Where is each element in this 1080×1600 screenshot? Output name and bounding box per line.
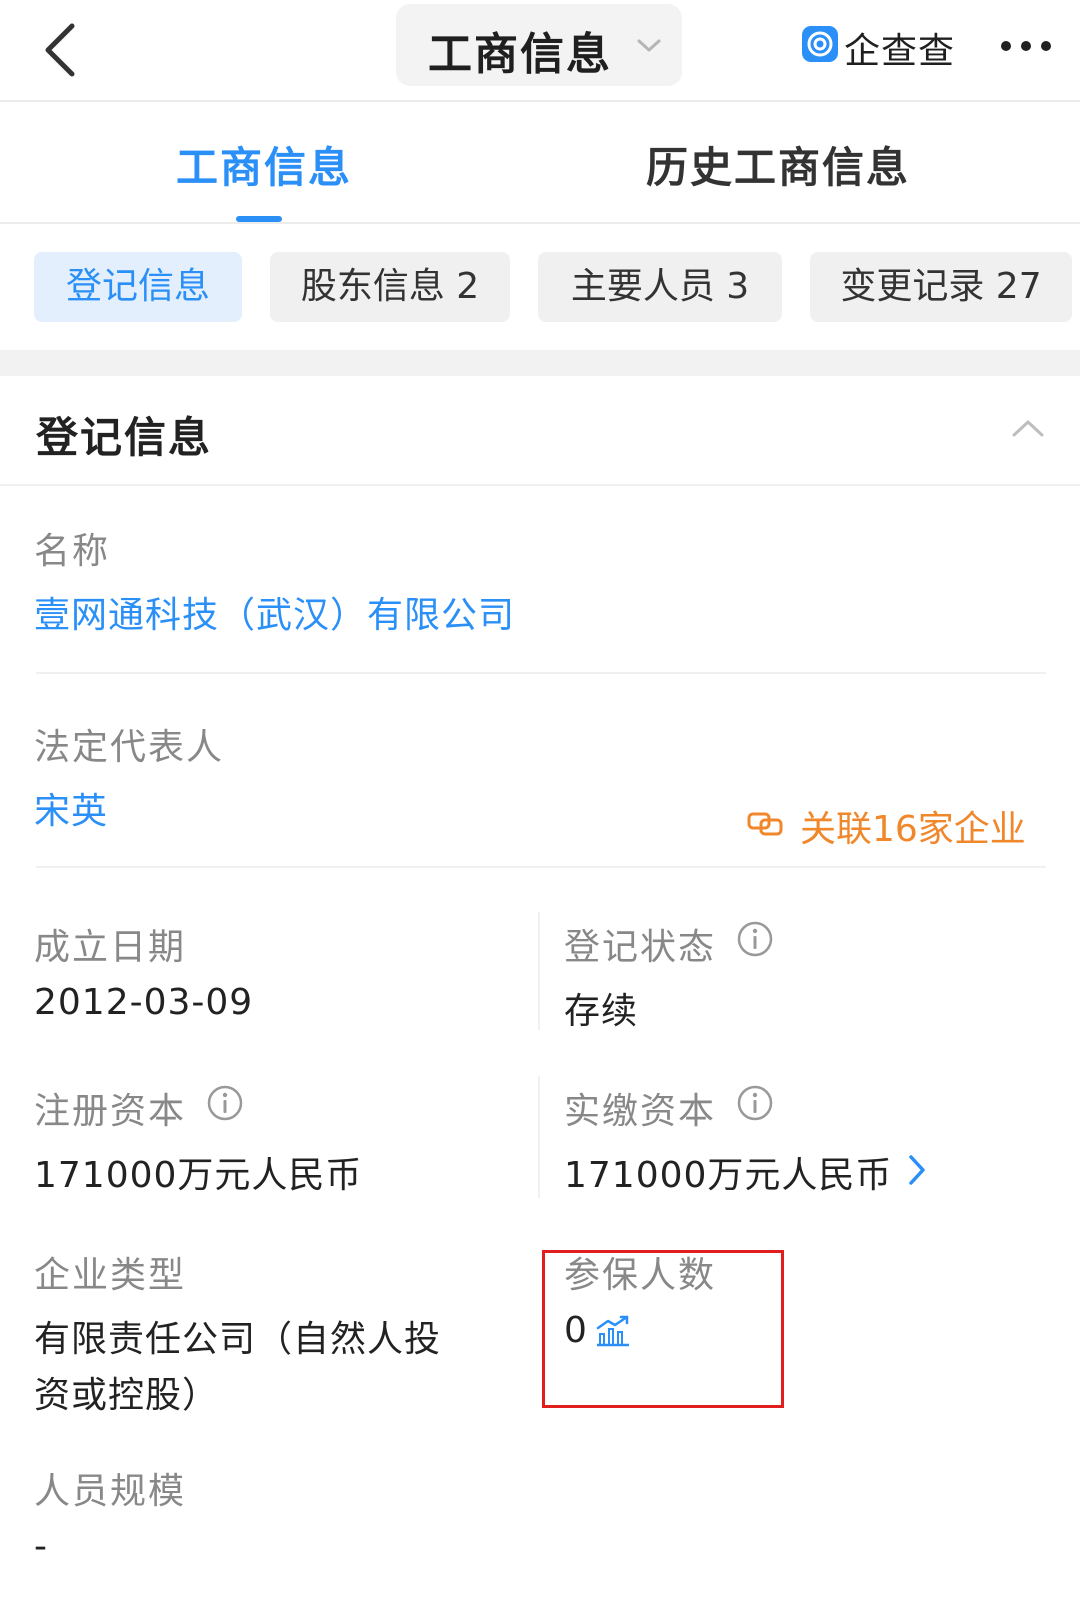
company-name-link[interactable]: 壹网通科技（武汉）有限公司 — [34, 586, 515, 638]
tab-history-business-info[interactable]: 历史工商信息 — [646, 134, 910, 195]
more-button[interactable] — [996, 28, 1056, 64]
founded-value: 2012-03-09 — [34, 982, 254, 1023]
company-type-value-line2: 资或控股） — [34, 1375, 220, 1416]
more-dots-icon — [1001, 41, 1051, 51]
paid-capital-label: 实缴资本 — [564, 1091, 717, 1132]
brand-logo-icon — [802, 26, 838, 62]
link-chain-icon — [747, 812, 783, 836]
chip-key-personnel[interactable]: 主要人员 3 — [538, 252, 782, 322]
chevron-down-icon — [637, 39, 661, 52]
section-title: 登记信息 — [36, 413, 213, 462]
info-icon[interactable] — [736, 1084, 774, 1122]
top-bar: 工商信息 企查查 — [0, 0, 1080, 102]
chip-registration-info[interactable]: 登记信息 — [34, 252, 242, 322]
registered-capital-value: 171000万元人民币 — [34, 1155, 363, 1196]
column-divider — [538, 912, 540, 1030]
related-companies-link[interactable]: 关联16家企业 — [746, 800, 1046, 850]
back-button[interactable] — [36, 12, 96, 82]
staff-size-value: - — [34, 1526, 48, 1567]
company-type-value-line1: 有限责任公司（自然人投 — [34, 1319, 442, 1360]
legal-rep-label: 法定代表人 — [34, 727, 225, 768]
chevron-right-icon[interactable] — [906, 1152, 928, 1188]
brand-name: 企查查 — [844, 31, 956, 72]
name-label: 名称 — [34, 531, 111, 572]
founded-label: 成立日期 — [34, 927, 187, 968]
page-title-dropdown[interactable]: 工商信息 — [396, 4, 682, 86]
status-label: 登记状态 — [564, 927, 717, 968]
tab-bar: 工商信息 历史工商信息 — [0, 104, 1080, 224]
chevron-up-icon[interactable] — [1010, 416, 1046, 440]
active-tab-indicator — [236, 216, 282, 222]
info-icon[interactable] — [736, 920, 774, 958]
sub-tab-chips: 登记信息 股东信息 2 主要人员 3 变更记录 27 — [0, 226, 1080, 350]
company-type-label: 企业类型 — [34, 1255, 187, 1296]
section-header[interactable]: 登记信息 — [0, 376, 1080, 486]
highlight-box — [542, 1250, 784, 1408]
divider — [36, 672, 1046, 674]
column-divider — [538, 1076, 540, 1198]
section-separator — [0, 350, 1080, 376]
back-arrow-icon — [45, 23, 75, 77]
tab-business-info[interactable]: 工商信息 — [176, 134, 352, 195]
registered-capital-label: 注册资本 — [34, 1091, 187, 1132]
divider — [36, 866, 1046, 868]
legal-rep-link[interactable]: 宋英 — [34, 782, 108, 834]
page-title: 工商信息 — [428, 29, 612, 80]
paid-capital-value[interactable]: 171000万元人民币 — [564, 1146, 892, 1198]
info-icon[interactable] — [206, 1084, 244, 1122]
related-companies-text: 关联16家企业 — [800, 809, 1026, 850]
chip-shareholders[interactable]: 股东信息 2 — [270, 252, 510, 322]
status-value: 存续 — [564, 991, 639, 1032]
brand[interactable]: 企查查 — [802, 22, 962, 72]
staff-size-label: 人员规模 — [34, 1471, 187, 1512]
chip-change-records[interactable]: 变更记录 27 — [810, 252, 1072, 322]
